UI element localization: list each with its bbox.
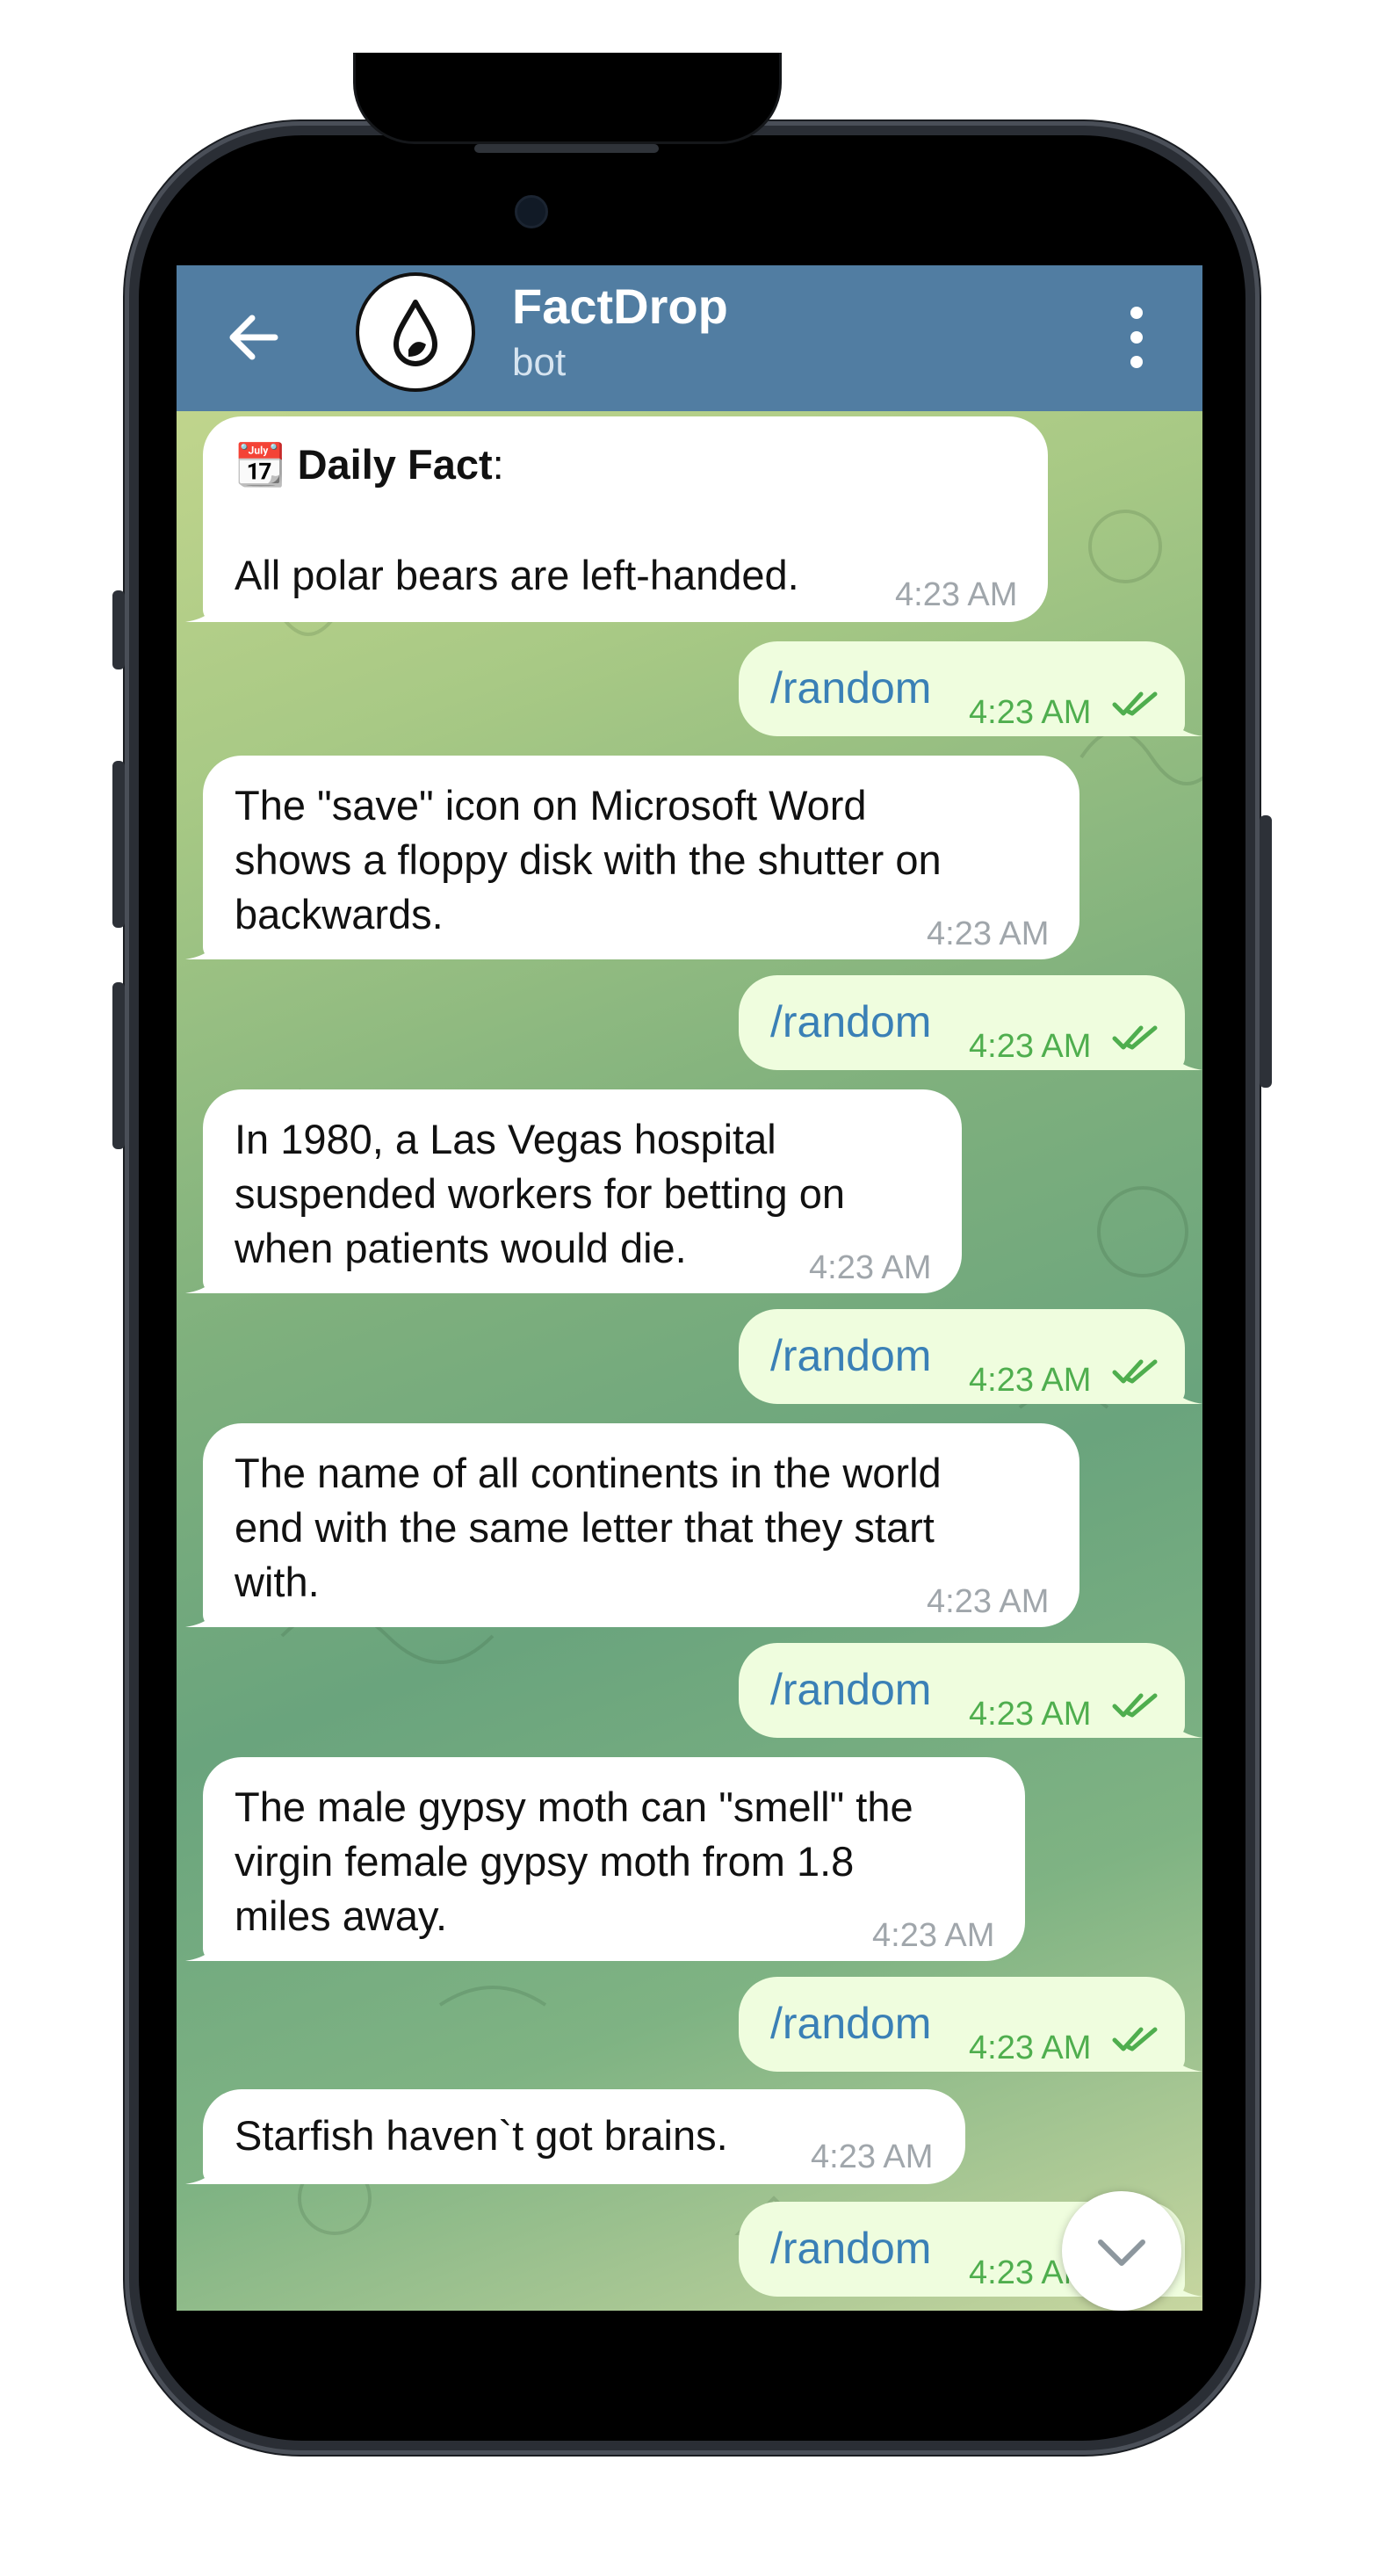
message-time: 4:23 AM xyxy=(927,1583,1050,1620)
command-link[interactable]: /random xyxy=(770,1328,931,1383)
avatar[interactable] xyxy=(356,272,475,392)
message-text: The name of all continents in the world … xyxy=(235,1450,942,1605)
double-check-icon xyxy=(1112,2027,1158,2051)
double-check-icon xyxy=(1112,1693,1158,1718)
chat-header: FactDrop bot xyxy=(177,265,1202,411)
incoming-message[interactable]: The name of all continents in the world … xyxy=(203,1423,1079,1627)
command-link[interactable]: /random xyxy=(770,995,931,1049)
arrow-left-icon[interactable] xyxy=(222,306,285,369)
message-text: In 1980, a Las Vegas hospital suspended … xyxy=(235,1116,845,1271)
daily-fact-colon: : xyxy=(492,441,504,488)
message-time: 4:23 AM xyxy=(809,1249,932,1286)
double-check-icon xyxy=(1112,1025,1158,1050)
outgoing-message[interactable]: /random 4:23 AM xyxy=(739,1977,1185,2072)
message-time: 4:23 AM xyxy=(969,2030,1092,2066)
message-time: 4:23 AM xyxy=(969,1028,1092,1065)
incoming-message[interactable]: The "save" icon on Microsoft Word shows … xyxy=(203,756,1079,959)
message-time: 4:23 AM xyxy=(969,694,1092,731)
scroll-down-button[interactable] xyxy=(1062,2191,1181,2311)
message-text: The male gypsy moth can "smell" the virg… xyxy=(235,1784,913,1939)
power-button xyxy=(1260,815,1272,1088)
incoming-message[interactable]: Starfish haven`t got brains. 4:23 AM xyxy=(203,2089,965,2184)
message-time: 4:23 AM xyxy=(895,576,1018,613)
outgoing-message[interactable]: /random 4:23 AM xyxy=(739,975,1185,1070)
double-check-icon xyxy=(1112,691,1158,716)
message-time: 4:23 AM xyxy=(927,915,1050,952)
command-link[interactable]: /random xyxy=(770,1996,931,2051)
volume-up-button xyxy=(112,761,125,928)
chevron-down-icon xyxy=(1098,2240,1145,2266)
drop-logo-icon xyxy=(393,300,437,366)
incoming-message[interactable]: In 1980, a Las Vegas hospital suspended … xyxy=(203,1089,962,1293)
message-text: All polar bears are left-handed. xyxy=(235,552,799,598)
chat-title[interactable]: FactDrop xyxy=(512,278,728,335)
command-link[interactable]: /random xyxy=(770,1662,931,1717)
incoming-message[interactable]: 📆 Daily Fact: All polar bears are left-h… xyxy=(203,416,1048,622)
message-text: The "save" icon on Microsoft Word shows … xyxy=(235,782,942,937)
command-link[interactable]: /random xyxy=(770,661,931,715)
more-vertical-icon[interactable] xyxy=(1115,304,1159,371)
outgoing-message[interactable]: /random 4:23 AM xyxy=(739,641,1185,736)
message-time: 4:23 AM xyxy=(969,1696,1092,1733)
earpiece xyxy=(474,144,659,153)
message-time: 4:23 AM xyxy=(969,1362,1092,1399)
front-camera xyxy=(515,195,548,228)
incoming-message[interactable]: The male gypsy moth can "smell" the virg… xyxy=(203,1757,1025,1961)
volume-down-button xyxy=(112,982,125,1149)
double-check-icon xyxy=(1112,1359,1158,1384)
silent-switch xyxy=(112,590,125,669)
message-time: 4:23 AM xyxy=(811,2138,934,2175)
outgoing-message[interactable]: /random 4:23 AM xyxy=(739,1309,1185,1404)
message-time: 4:23 AM xyxy=(872,1917,995,1954)
chat-subtitle: bot xyxy=(512,341,567,384)
calendar-icon: 📆 xyxy=(235,441,286,488)
command-link[interactable]: /random xyxy=(770,2221,931,2276)
notch xyxy=(353,53,782,144)
outgoing-message[interactable]: /random 4:23 AM xyxy=(739,1643,1185,1738)
chat-screen: FactDrop bot 📆 Daily Fact: All polar bea… xyxy=(177,265,1202,2311)
message-text: Starfish haven`t got brains. xyxy=(235,2112,728,2159)
daily-fact-label: Daily Fact xyxy=(297,441,493,488)
